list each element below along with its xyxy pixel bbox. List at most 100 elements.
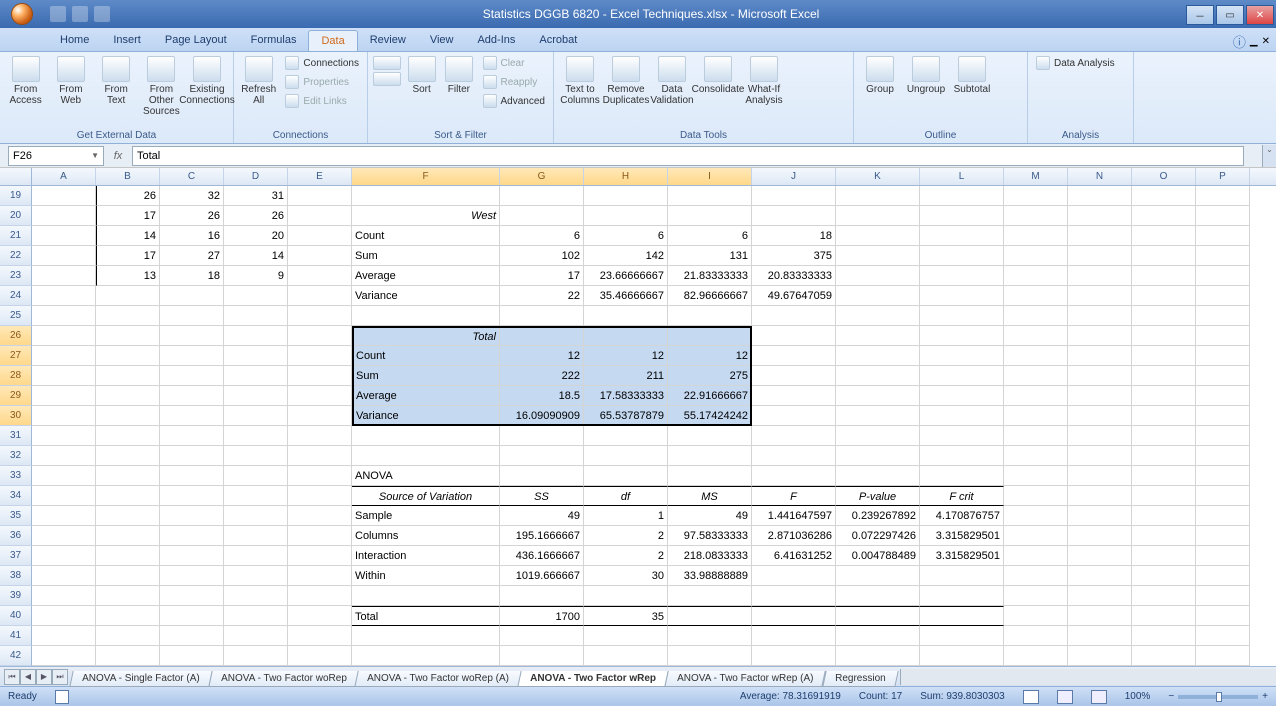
text-to-columns-button[interactable]: Text to Columns <box>558 54 602 108</box>
name-box[interactable]: F26▼ <box>8 146 104 166</box>
cell-F37[interactable]: Interaction <box>352 546 500 566</box>
cell-C40[interactable] <box>160 606 224 626</box>
cell-C42[interactable] <box>160 646 224 666</box>
cell-G26[interactable] <box>500 326 584 346</box>
row-header-34[interactable]: 34 <box>0 486 32 506</box>
row-header-30[interactable]: 30 <box>0 406 32 426</box>
cell-L24[interactable] <box>920 286 1004 306</box>
cell-M36[interactable] <box>1004 526 1068 546</box>
cell-P40[interactable] <box>1196 606 1250 626</box>
undo-icon[interactable] <box>72 6 88 22</box>
cell-O28[interactable] <box>1132 366 1196 386</box>
cell-A26[interactable] <box>32 326 96 346</box>
cell-D28[interactable] <box>224 366 288 386</box>
cell-N39[interactable] <box>1068 586 1132 606</box>
cell-I26[interactable] <box>668 326 752 346</box>
cell-B20[interactable]: 17 <box>96 206 160 226</box>
cell-P23[interactable] <box>1196 266 1250 286</box>
minimize-button[interactable]: － <box>1186 5 1214 25</box>
cell-E29[interactable] <box>288 386 352 406</box>
row-header-38[interactable]: 38 <box>0 566 32 586</box>
cell-N36[interactable] <box>1068 526 1132 546</box>
sheet-nav-next[interactable]: ▶ <box>36 669 52 685</box>
cell-A20[interactable] <box>32 206 96 226</box>
cell-K32[interactable] <box>836 446 920 466</box>
cell-P37[interactable] <box>1196 546 1250 566</box>
column-header-P[interactable]: P <box>1196 168 1250 185</box>
cell-A22[interactable] <box>32 246 96 266</box>
cell-P34[interactable] <box>1196 486 1250 506</box>
column-header-O[interactable]: O <box>1132 168 1196 185</box>
cell-K29[interactable] <box>836 386 920 406</box>
cell-I27[interactable]: 12 <box>668 346 752 366</box>
cell-A32[interactable] <box>32 446 96 466</box>
cell-D35[interactable] <box>224 506 288 526</box>
expand-formula-bar-icon[interactable]: ⌄ <box>1262 145 1276 167</box>
cell-I38[interactable]: 33.98888889 <box>668 566 752 586</box>
cell-G28[interactable]: 222 <box>500 366 584 386</box>
cell-P41[interactable] <box>1196 626 1250 646</box>
cell-K42[interactable] <box>836 646 920 666</box>
tab-view[interactable]: View <box>418 30 466 51</box>
cell-D32[interactable] <box>224 446 288 466</box>
cell-B35[interactable] <box>96 506 160 526</box>
cell-A21[interactable] <box>32 226 96 246</box>
cell-J29[interactable] <box>752 386 836 406</box>
data-validation-button[interactable]: Data Validation <box>650 54 694 108</box>
row-header-37[interactable]: 37 <box>0 546 32 566</box>
cell-H20[interactable] <box>584 206 668 226</box>
column-header-J[interactable]: J <box>752 168 836 185</box>
cell-F38[interactable]: Within <box>352 566 500 586</box>
cell-A40[interactable] <box>32 606 96 626</box>
cell-F31[interactable] <box>352 426 500 446</box>
cell-M40[interactable] <box>1004 606 1068 626</box>
row-header-32[interactable]: 32 <box>0 446 32 466</box>
sheet-tab-anova-two-factor-wrep[interactable]: ANOVA - Two Factor wRep <box>518 671 669 687</box>
cell-G32[interactable] <box>500 446 584 466</box>
advanced-button[interactable]: Advanced <box>479 92 549 110</box>
cell-D42[interactable] <box>224 646 288 666</box>
cell-J34[interactable]: F <box>752 486 836 506</box>
cell-P22[interactable] <box>1196 246 1250 266</box>
cell-N24[interactable] <box>1068 286 1132 306</box>
save-icon[interactable] <box>50 6 66 22</box>
view-pagebreak-icon[interactable] <box>1091 690 1107 704</box>
cell-A29[interactable] <box>32 386 96 406</box>
clear-button[interactable]: Clear <box>479 54 549 72</box>
column-header-M[interactable]: M <box>1004 168 1068 185</box>
cell-G38[interactable]: 1019.666667 <box>500 566 584 586</box>
cell-M31[interactable] <box>1004 426 1068 446</box>
cell-J26[interactable] <box>752 326 836 346</box>
cell-J28[interactable] <box>752 366 836 386</box>
cell-O32[interactable] <box>1132 446 1196 466</box>
cell-H19[interactable] <box>584 186 668 206</box>
cell-F42[interactable] <box>352 646 500 666</box>
tab-formulas[interactable]: Formulas <box>239 30 309 51</box>
cell-C19[interactable]: 32 <box>160 186 224 206</box>
cell-D26[interactable] <box>224 326 288 346</box>
cell-C28[interactable] <box>160 366 224 386</box>
cell-B27[interactable] <box>96 346 160 366</box>
cell-F21[interactable]: Count <box>352 226 500 246</box>
cell-K36[interactable]: 0.072297426 <box>836 526 920 546</box>
column-header-B[interactable]: B <box>96 168 160 185</box>
cell-D33[interactable] <box>224 466 288 486</box>
cell-P29[interactable] <box>1196 386 1250 406</box>
cell-C27[interactable] <box>160 346 224 366</box>
cell-N29[interactable] <box>1068 386 1132 406</box>
cell-I39[interactable] <box>668 586 752 606</box>
column-header-E[interactable]: E <box>288 168 352 185</box>
cell-K27[interactable] <box>836 346 920 366</box>
column-header-A[interactable]: A <box>32 168 96 185</box>
cell-D24[interactable] <box>224 286 288 306</box>
cell-K37[interactable]: 0.004788489 <box>836 546 920 566</box>
cell-J22[interactable]: 375 <box>752 246 836 266</box>
cell-F30[interactable]: Variance <box>352 406 500 426</box>
cell-O29[interactable] <box>1132 386 1196 406</box>
tab-review[interactable]: Review <box>358 30 418 51</box>
cell-G30[interactable]: 16.09090909 <box>500 406 584 426</box>
cell-L28[interactable] <box>920 366 1004 386</box>
cell-F41[interactable] <box>352 626 500 646</box>
cell-L33[interactable] <box>920 466 1004 486</box>
cell-H26[interactable] <box>584 326 668 346</box>
